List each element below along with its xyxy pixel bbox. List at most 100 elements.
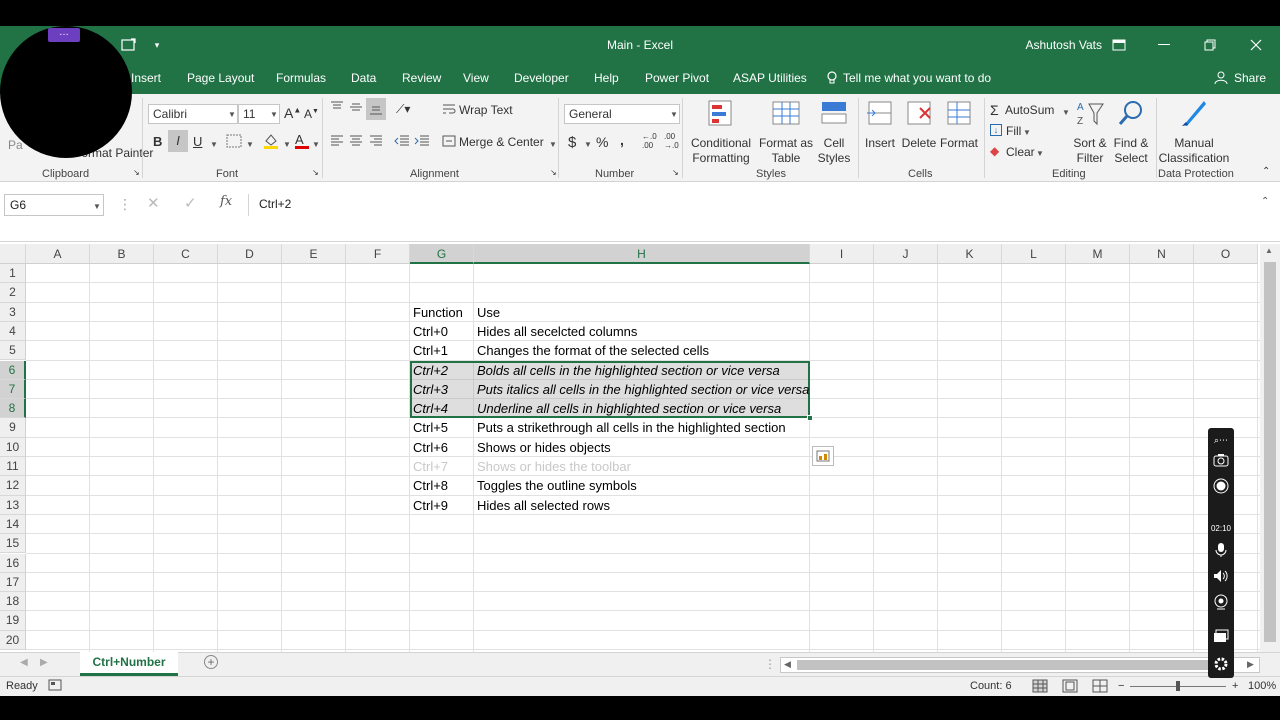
row-header-15[interactable]: 15 <box>0 534 26 554</box>
font-color-icon[interactable]: A <box>295 132 309 149</box>
ribbon-display-icon[interactable] <box>1096 26 1142 64</box>
tab-developer[interactable]: Developer <box>514 71 569 85</box>
decrease-font-icon[interactable]: A▼ <box>304 107 319 121</box>
tab-insert[interactable]: Insert <box>131 71 161 85</box>
quick-analysis-icon[interactable] <box>812 446 834 466</box>
zoom-in-icon[interactable]: + <box>1232 680 1238 692</box>
borders-icon[interactable] <box>226 134 242 151</box>
column-header-h[interactable]: H <box>474 244 810 264</box>
tab-formulas[interactable]: Formulas <box>276 71 326 85</box>
select-all-corner[interactable] <box>0 244 26 264</box>
cell-g11[interactable]: Ctrl+7 <box>410 457 448 476</box>
cell-h4[interactable]: Hides all secelcted columns <box>474 322 637 341</box>
add-sheet-icon[interactable]: + <box>204 655 218 669</box>
column-header-e[interactable]: E <box>282 244 346 264</box>
insert-cells-button[interactable]: Insert <box>862 98 898 151</box>
tab-page-layout[interactable]: Page Layout <box>187 71 254 85</box>
cell-g13[interactable]: Ctrl+9 <box>410 496 448 515</box>
column-header-c[interactable]: C <box>154 244 218 264</box>
align-center-icon[interactable] <box>349 134 363 151</box>
cell-h13[interactable]: Hides all selected rows <box>474 496 610 515</box>
column-header-f[interactable]: F <box>346 244 410 264</box>
column-header-b[interactable]: B <box>90 244 154 264</box>
row-header-16[interactable]: 16 <box>0 553 26 573</box>
cell-h5[interactable]: Changes the format of the selected cells <box>474 341 709 360</box>
recorder-menu-icon[interactable]: ⌕⋯ <box>1211 430 1231 450</box>
cell-h9[interactable]: Puts a strikethrough all cells in the hi… <box>474 418 786 437</box>
cell-h8[interactable]: Underline all cells in highlighted secti… <box>474 399 781 418</box>
confirm-entry-icon[interactable]: ✓ <box>184 194 197 212</box>
align-bottom-icon[interactable] <box>366 98 386 120</box>
row-header-10[interactable]: 10 <box>0 437 26 457</box>
manual-classification-button[interactable]: Manual Classification <box>1158 98 1230 166</box>
page-break-view-icon[interactable] <box>1092 679 1108 696</box>
row-header-20[interactable]: 20 <box>0 630 26 650</box>
record-icon[interactable] <box>1211 476 1231 496</box>
vertical-scrollbar[interactable]: ▲ ▼ <box>1260 244 1280 676</box>
cell-g3[interactable]: Function <box>410 303 463 322</box>
macro-record-icon[interactable] <box>48 679 62 694</box>
restore-icon[interactable] <box>1187 26 1233 64</box>
collapse-ribbon-icon[interactable]: ⌃ <box>1262 166 1270 177</box>
zoom-level[interactable]: 100% <box>1248 680 1276 692</box>
row-header-3[interactable]: 3 <box>0 302 26 322</box>
column-header-n[interactable]: N <box>1130 244 1194 264</box>
scroll-left-icon[interactable]: ◀ <box>784 659 791 670</box>
row-header-11[interactable]: 11 <box>0 457 26 477</box>
normal-view-icon[interactable] <box>1032 679 1048 696</box>
share-button[interactable]: Share <box>1234 71 1266 85</box>
tell-me-search[interactable]: Tell me what you want to do <box>843 71 991 85</box>
comma-icon[interactable]: , <box>620 132 624 148</box>
column-header-j[interactable]: J <box>874 244 938 264</box>
increase-indent-icon[interactable] <box>414 134 430 151</box>
tab-power-pivot[interactable]: Power Pivot <box>645 71 709 85</box>
row-header-6[interactable]: 6 <box>0 360 26 380</box>
fill-handle[interactable] <box>807 415 813 422</box>
column-header-m[interactable]: M <box>1066 244 1130 264</box>
column-header-g[interactable]: G <box>410 244 474 264</box>
scroll-right-icon[interactable]: ▶ <box>1247 659 1254 670</box>
row-header-13[interactable]: 13 <box>0 495 26 515</box>
orientation-icon[interactable]: ⟋▾ <box>396 102 410 117</box>
align-right-icon[interactable] <box>369 134 383 151</box>
percent-icon[interactable]: % <box>596 134 608 150</box>
tab-view[interactable]: View <box>463 71 489 85</box>
name-box[interactable]: G6 <box>4 194 104 216</box>
zoom-out-icon[interactable]: − <box>1118 680 1124 692</box>
microphone-icon[interactable] <box>1211 540 1231 560</box>
prev-sheet-icon[interactable]: ◀ <box>20 657 28 668</box>
decrease-decimal-icon[interactable]: .00 →.0 <box>664 132 679 150</box>
sort-filter-button[interactable]: AZ Sort & Filter <box>1068 98 1112 166</box>
tab-data[interactable]: Data <box>351 71 376 85</box>
tab-splitter-icon[interactable]: ⋮ <box>764 657 776 671</box>
cell-h12[interactable]: Toggles the outline symbols <box>474 476 637 495</box>
row-header-18[interactable]: 18 <box>0 592 26 612</box>
column-header-d[interactable]: D <box>218 244 282 264</box>
cell-h11[interactable]: Shows or hides the toolbar <box>474 457 631 476</box>
user-name[interactable]: Ashutosh Vats <box>1026 38 1103 52</box>
cell-g7[interactable]: Ctrl+3 <box>410 380 448 399</box>
number-launcher-icon[interactable]: ↘ <box>672 168 679 177</box>
cell-g10[interactable]: Ctrl+6 <box>410 438 448 457</box>
underline-icon[interactable]: U <box>193 134 202 149</box>
row-header-19[interactable]: 19 <box>0 611 26 631</box>
cell-g9[interactable]: Ctrl+5 <box>410 418 448 437</box>
clear-button[interactable]: Clear <box>1006 145 1035 159</box>
delete-cells-button[interactable]: Delete <box>900 98 938 151</box>
bold-icon[interactable]: B <box>153 134 162 149</box>
expand-formula-icon[interactable]: ⌃ <box>1261 196 1269 207</box>
row-header-2[interactable]: 2 <box>0 283 26 303</box>
font-name-select[interactable]: Calibri <box>148 104 238 124</box>
cell-g12[interactable]: Ctrl+8 <box>410 476 448 495</box>
align-left-icon[interactable] <box>330 134 344 151</box>
tab-help[interactable]: Help <box>594 71 619 85</box>
scrollbar-thumb[interactable] <box>797 660 1212 670</box>
format-cells-button[interactable]: Format <box>938 98 980 151</box>
increase-font-icon[interactable]: A▲ <box>284 105 301 121</box>
minimize-icon[interactable] <box>1141 26 1187 64</box>
cell-h7[interactable]: Puts italics all cells in the highlighte… <box>474 380 809 399</box>
cell-g4[interactable]: Ctrl+0 <box>410 322 448 341</box>
webcam-icon[interactable] <box>1211 592 1231 612</box>
gear-icon[interactable] <box>1211 654 1231 674</box>
row-header-7[interactable]: 7 <box>0 379 26 400</box>
